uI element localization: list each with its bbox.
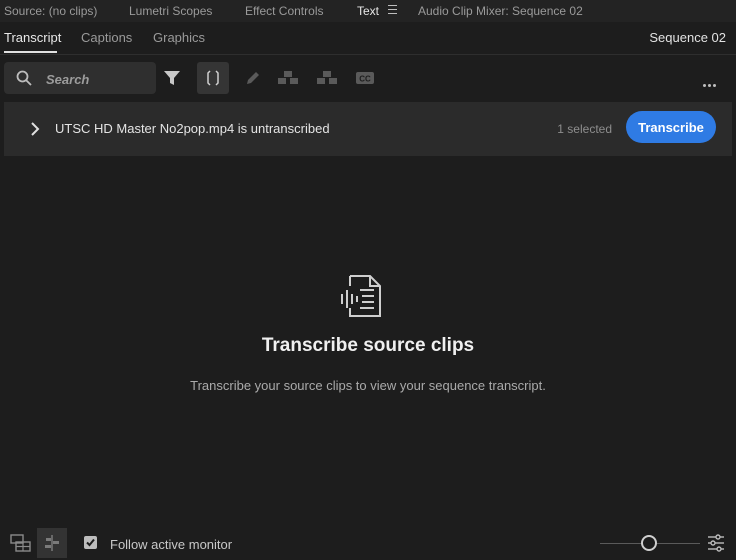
align-icon — [45, 535, 59, 551]
cc-icon: CC — [356, 72, 374, 84]
empty-state-title: Transcribe source clips — [261, 335, 475, 356]
filter-icon — [164, 71, 180, 85]
tab-lumetri-scopes[interactable]: Lumetri Scopes — [129, 4, 212, 18]
tab-captions[interactable]: Captions — [81, 30, 132, 45]
tab-source[interactable]: Source: (no clips) — [4, 4, 97, 18]
merge-segments-button[interactable] — [272, 62, 304, 94]
transcript-toolbar: CC — [0, 56, 736, 100]
selection-count: 1 selected — [557, 122, 612, 136]
more-icon[interactable] — [701, 76, 716, 90]
sync-view-button[interactable] — [37, 528, 67, 558]
create-captions-button[interactable]: CC — [349, 62, 381, 94]
table-view-icon — [10, 534, 31, 552]
transcript-icon — [341, 275, 381, 317]
empty-state-description: Transcribe your source clips to view you… — [190, 378, 546, 393]
chevron-right-icon[interactable] — [30, 122, 40, 136]
sequence-name: Sequence 02 — [649, 30, 726, 45]
svg-text:CC: CC — [359, 75, 371, 84]
follow-monitor-label[interactable]: Follow active monitor — [110, 537, 232, 552]
tab-text[interactable]: Text — [357, 4, 379, 18]
tab-graphics[interactable]: Graphics — [153, 30, 205, 45]
pencil-icon — [247, 72, 259, 84]
bottom-bar: Follow active monitor — [0, 528, 736, 560]
zoom-slider-handle[interactable] — [641, 535, 657, 551]
edit-button[interactable] — [237, 62, 269, 94]
merge-icon — [278, 71, 298, 84]
transcribe-button[interactable]: Transcribe — [626, 111, 716, 143]
active-tab-indicator — [4, 51, 57, 53]
tab-audio-clip-mixer[interactable]: Audio Clip Mixer: Sequence 02 — [418, 4, 583, 18]
transcript-view-button[interactable] — [6, 528, 36, 558]
split-icon — [207, 70, 219, 86]
panel-tab-bar: Source: (no clips) Lumetri Scopes Effect… — [0, 0, 736, 22]
clip-status-label: UTSC HD Master No2pop.mp4 is untranscrib… — [55, 121, 330, 136]
speaker-icon — [317, 71, 337, 84]
search-box — [4, 62, 156, 94]
search-icon — [16, 70, 32, 86]
filter-button[interactable] — [156, 62, 188, 94]
follow-monitor-checkbox[interactable] — [84, 536, 97, 549]
search-input[interactable] — [44, 68, 152, 90]
clip-row: UTSC HD Master No2pop.mp4 is untranscrib… — [4, 102, 732, 156]
sub-tab-bar: Transcript Captions Graphics Sequence 02 — [0, 22, 736, 55]
tab-transcript[interactable]: Transcript — [4, 30, 61, 45]
settings-sliders-icon[interactable] — [706, 533, 726, 553]
speakers-button[interactable] — [311, 62, 343, 94]
panel-menu-icon[interactable] — [388, 5, 397, 14]
tab-effect-controls[interactable]: Effect Controls — [245, 4, 323, 18]
check-icon — [86, 538, 95, 547]
split-segment-button[interactable] — [197, 62, 229, 94]
